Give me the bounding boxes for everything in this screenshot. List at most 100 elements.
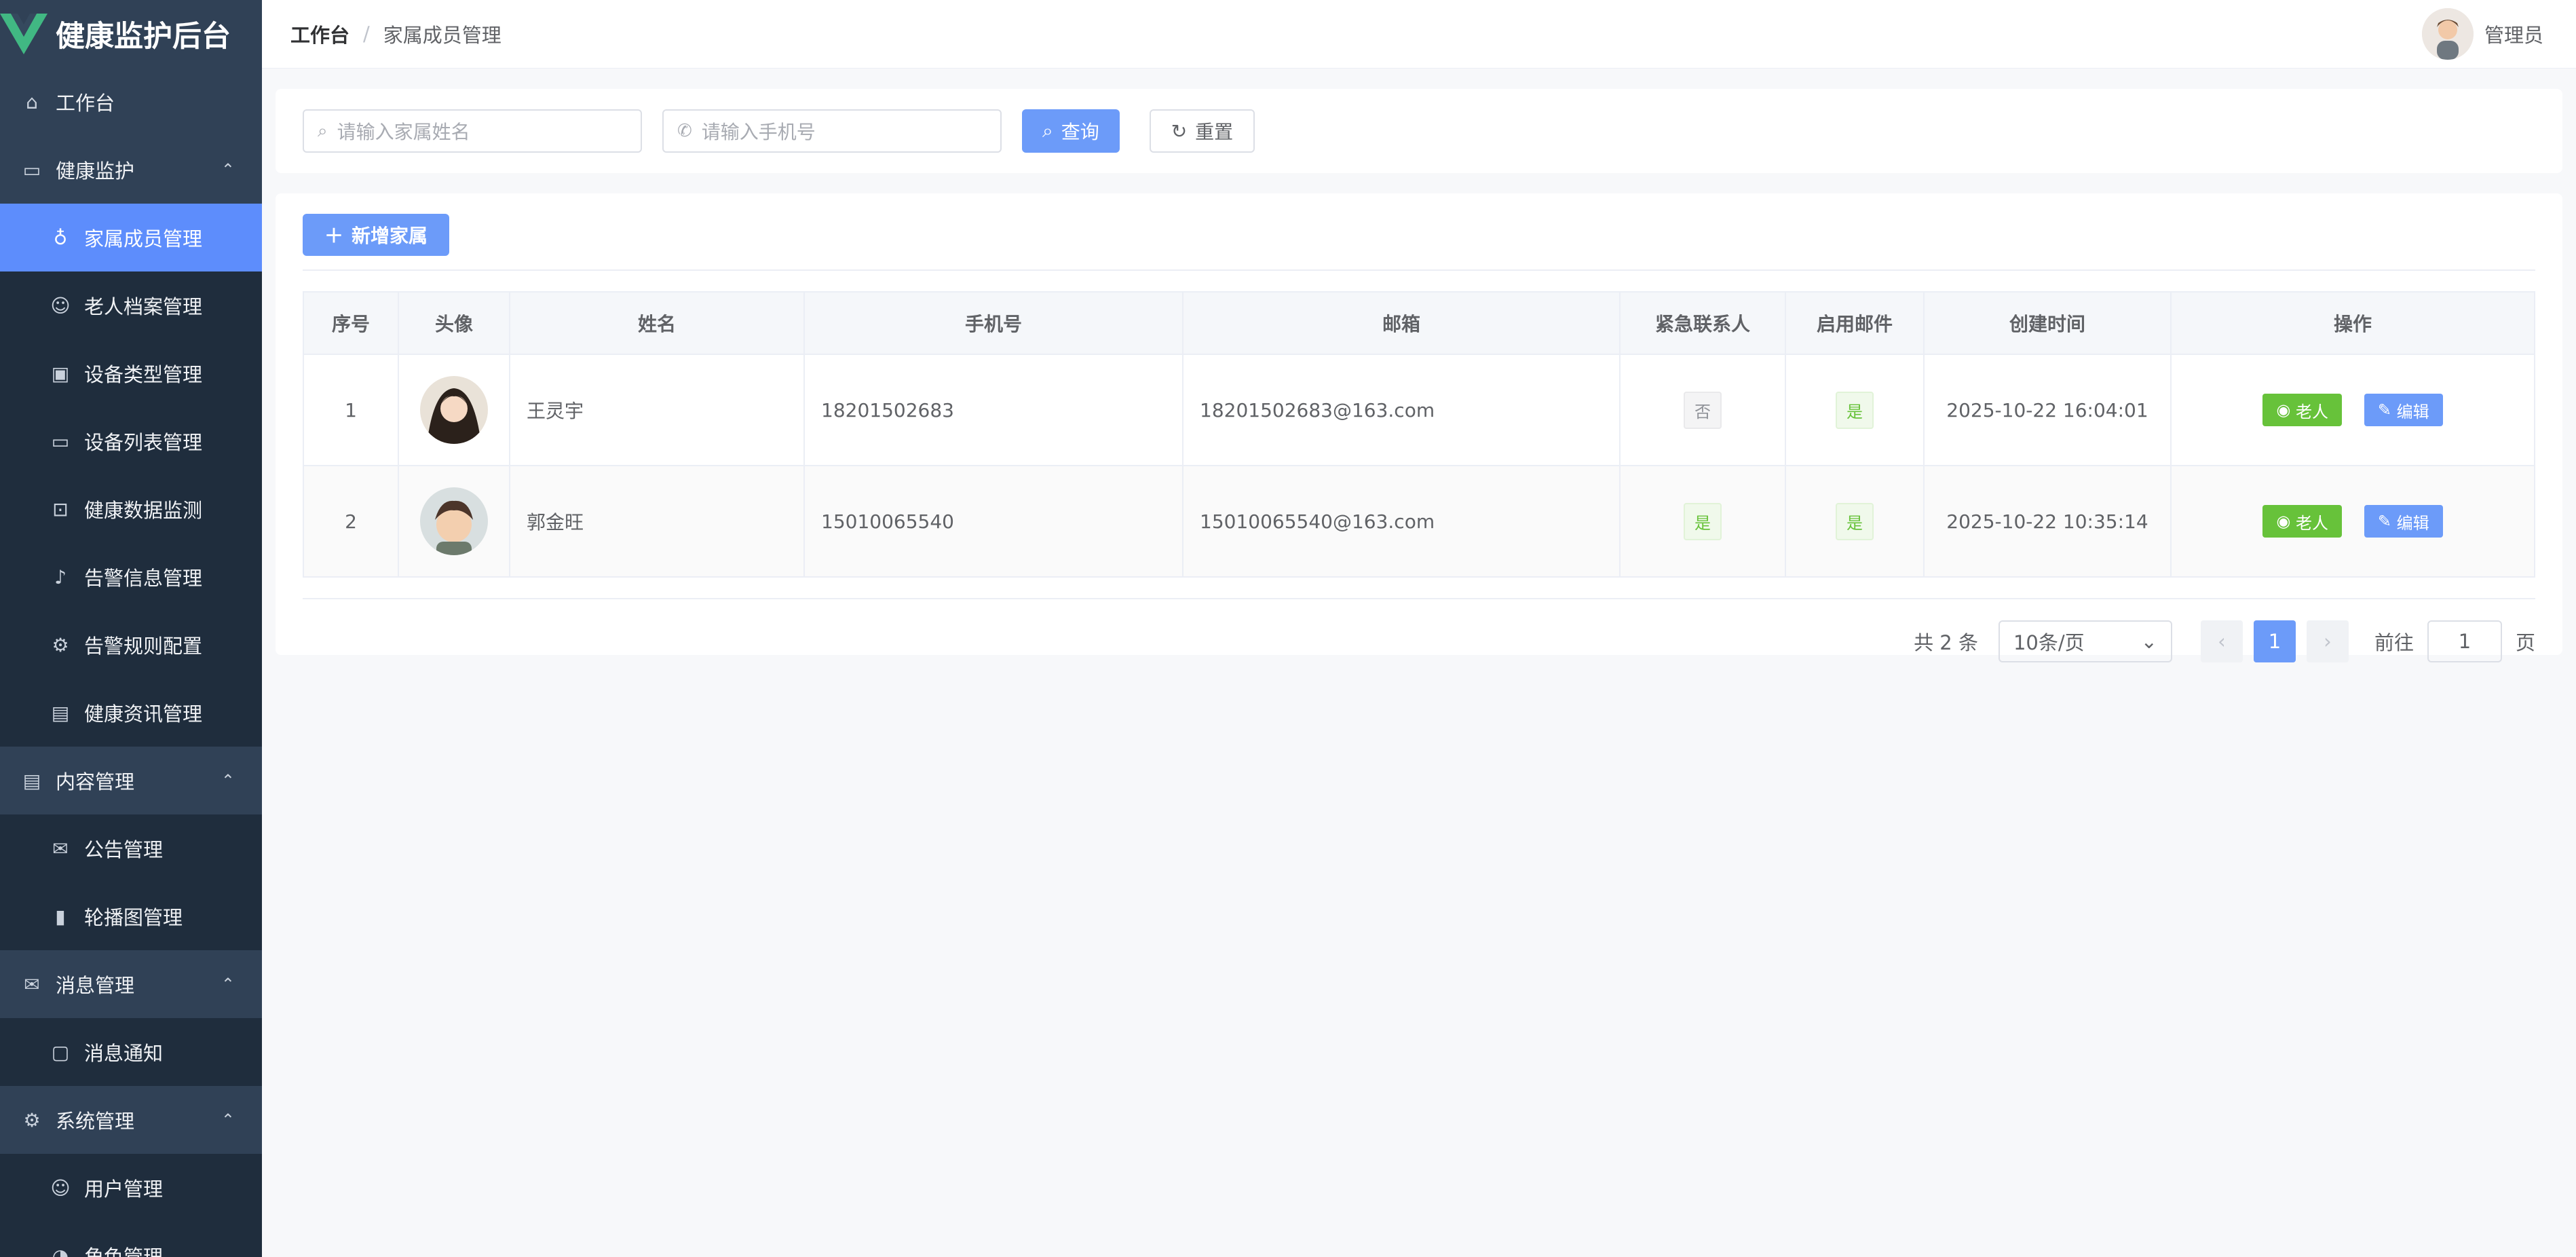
chevron-right-icon: › xyxy=(2324,630,2332,653)
sidebar-item[interactable]: ☺ 老人档案管理 xyxy=(0,271,262,339)
chevron-down-icon: ⌄ xyxy=(2140,630,2157,653)
sidebar-item-label: 老人档案管理 xyxy=(84,295,203,318)
gear-icon: ⚙ xyxy=(23,1108,41,1131)
cell-created: 2025-10-22 10:35:14 xyxy=(1923,465,2172,578)
avatar xyxy=(420,376,488,444)
header-index: 序号 xyxy=(303,291,399,355)
sidebar-item[interactable]: ✉ 消息管理 ⌃ xyxy=(0,950,262,1018)
sidebar-item-label: 公告管理 xyxy=(84,838,164,861)
total-count: 共 2 条 xyxy=(1914,631,1978,654)
sidebar-item-label: 轮播图管理 xyxy=(84,906,183,929)
monitor-icon: ▭ xyxy=(22,158,41,181)
refresh-icon: ↻ xyxy=(1171,119,1188,143)
user-icon: ☺ xyxy=(50,1176,71,1199)
chat-icon: ▢ xyxy=(51,1040,70,1064)
cell-avatar xyxy=(398,354,510,466)
prev-page-button[interactable]: ‹ xyxy=(2200,620,2243,662)
sidebar-item-label: 告警信息管理 xyxy=(84,567,203,590)
app-logo: 健康监护后台 xyxy=(0,0,262,68)
sidebar-item[interactable]: ▤ 内容管理 ⌃ xyxy=(0,747,262,814)
box-icon: ▣ xyxy=(51,362,70,385)
sidebar-item[interactable]: ♪ 告警信息管理 xyxy=(0,543,262,611)
mail-icon: ✉ xyxy=(52,837,69,860)
sidebar-item[interactable]: ♁ 家属成员管理 xyxy=(0,204,262,271)
view-elder-button[interactable]: ◉ 老人 xyxy=(2262,394,2342,426)
cell-phone: 15010065540 xyxy=(803,465,1183,578)
cell-actions: ◉ 老人 ✎ 编辑 xyxy=(2170,465,2535,578)
edit-icon: ✎ xyxy=(2377,400,2397,419)
name-search-input[interactable]: ⌕ 请输入家属姓名 xyxy=(303,109,642,153)
sidebar: 健康监护后台 ⌂ 工作台 ▭ 健康监护 ⌃ ♁ 家属成员管理 ☺ 老人档案管理 ▣ 设备类型管理 ▭ 设… xyxy=(0,0,262,1257)
header-email: 邮箱 xyxy=(1182,291,1621,355)
reset-button[interactable]: ↻ 重置 xyxy=(1149,109,1255,153)
sidebar-item[interactable]: ▣ 设备类型管理 xyxy=(0,339,262,407)
cell-name: 郭金旺 xyxy=(509,465,805,578)
table-row: 1 王灵宇 18201502683 18201502683@163.com 否 … xyxy=(303,354,2535,466)
phone-search-input[interactable]: ✆ 请输入手机号 xyxy=(662,109,1002,153)
header-emergency: 紧急联系人 xyxy=(1619,291,1786,355)
email-enabled-tag: 是 xyxy=(1836,391,1874,429)
query-button[interactable]: ⌕ 查询 xyxy=(1022,109,1120,153)
sidebar-item-label: 健康监护 xyxy=(56,160,135,183)
phone-icon: ✆ xyxy=(677,121,692,141)
search-icon: ⌕ xyxy=(318,120,328,141)
page-number[interactable]: 1 xyxy=(2253,620,2296,662)
sidebar-item[interactable]: ⚙ 系统管理 ⌃ xyxy=(0,1086,262,1154)
breadcrumb-home[interactable]: 工作台 xyxy=(290,20,349,48)
edit-button[interactable]: ✎ 编辑 xyxy=(2364,394,2443,426)
header-phone: 手机号 xyxy=(803,291,1183,355)
chevron-left-icon: ‹ xyxy=(2218,630,2226,653)
header-created: 创建时间 xyxy=(1923,291,2172,355)
sidebar-item[interactable]: ⚙ 告警规则配置 xyxy=(0,611,262,679)
cell-emergency: 否 xyxy=(1619,354,1786,466)
user-icon: ☺ xyxy=(50,294,71,317)
email-enabled-tag: 是 xyxy=(1836,502,1874,540)
search-panel: ⌕ 请输入家属姓名 ✆ 请输入手机号 ⌕ 查询 ↻ 重置 xyxy=(276,89,2562,173)
table-row: 2 郭金旺 15010065540 15010065540@163.com 是 … xyxy=(303,465,2535,578)
sidebar-item-label: 用户管理 xyxy=(84,1178,164,1201)
mail-icon: ✉ xyxy=(24,973,40,996)
sidebar-item[interactable]: ☺ 用户管理 xyxy=(0,1154,262,1222)
sidebar-item-label: 设备类型管理 xyxy=(84,363,203,386)
emergency-tag: 否 xyxy=(1684,391,1722,429)
sidebar-item[interactable]: ✉ 公告管理 xyxy=(0,814,262,882)
sidebar-item[interactable]: ▤ 健康资讯管理 xyxy=(0,679,262,747)
add-family-button[interactable]: ＋ 新增家属 xyxy=(303,214,450,256)
sidebar-item[interactable]: ◔ 角色管理 xyxy=(0,1222,262,1257)
header-avatar: 头像 xyxy=(398,291,510,355)
sidebar-item-label: 告警规则配置 xyxy=(84,635,203,658)
vue-logo-icon xyxy=(0,14,48,54)
sidebar-item[interactable]: ⊡ 健康数据监测 xyxy=(0,475,262,543)
cell-created: 2025-10-22 16:04:01 xyxy=(1923,354,2172,466)
sidebar-item-label: 角色管理 xyxy=(84,1245,164,1257)
edit-button[interactable]: ✎ 编辑 xyxy=(2364,505,2443,538)
user-menu[interactable]: 管理员 xyxy=(2421,8,2543,60)
document-icon: ▤ xyxy=(51,701,70,724)
chart-screen-icon: ⊡ xyxy=(52,498,69,521)
sidebar-item[interactable]: ⌂ 工作台 xyxy=(0,68,262,136)
sidebar-item-label: 消息管理 xyxy=(56,974,135,997)
sidebar-item-label: 内容管理 xyxy=(56,770,135,793)
sidebar-item[interactable]: ▢ 消息通知 xyxy=(0,1018,262,1086)
pagination: 共 2 条 10条/页 ⌄ ‹ 1 › 前往 1 页 xyxy=(303,598,2535,663)
goto-page-input[interactable]: 1 xyxy=(2427,620,2502,662)
sidebar-item-label: 家属成员管理 xyxy=(84,227,203,250)
next-page-button[interactable]: › xyxy=(2306,620,2349,662)
sidebar-item[interactable]: ▭ 健康监护 ⌃ xyxy=(0,136,262,204)
sidebar-item[interactable]: ▮ 轮播图管理 xyxy=(0,882,262,950)
cell-actions: ◉ 老人 ✎ 编辑 xyxy=(2170,354,2535,466)
cell-phone: 18201502683 xyxy=(803,354,1183,466)
sidebar-item-label: 设备列表管理 xyxy=(84,431,203,454)
header-name: 姓名 xyxy=(509,291,805,355)
sidebar-item[interactable]: ▭ 设备列表管理 xyxy=(0,407,262,475)
chevron-up-icon: ⌃ xyxy=(221,160,235,179)
header-email-enabled: 启用邮件 xyxy=(1785,291,1925,355)
goto-label: 前往 xyxy=(2374,631,2414,654)
page-size-select[interactable]: 10条/页 ⌄ xyxy=(1998,620,2172,662)
breadcrumb-current: 家属成员管理 xyxy=(383,24,501,47)
chevron-up-icon: ⌃ xyxy=(221,1110,235,1129)
sidebar-item-label: 消息通知 xyxy=(84,1042,164,1065)
cell-email: 18201502683@163.com xyxy=(1182,354,1621,466)
view-elder-button[interactable]: ◉ 老人 xyxy=(2262,505,2342,538)
sidebar-item-label: 健康数据监测 xyxy=(84,499,203,522)
